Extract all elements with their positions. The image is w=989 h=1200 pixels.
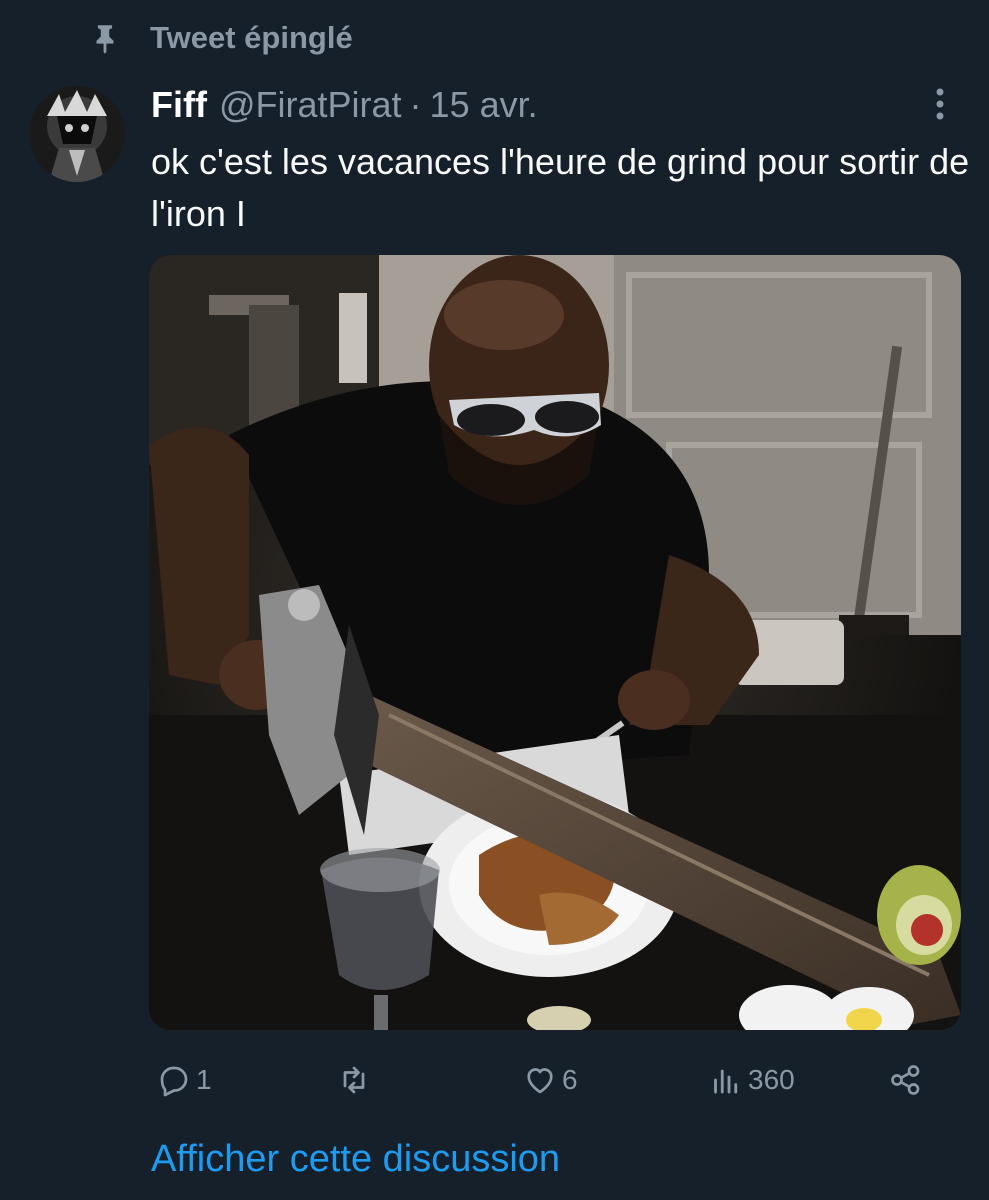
tweet-media[interactable] (149, 255, 961, 1030)
reply-icon (160, 1066, 188, 1097)
more-icon (936, 88, 944, 120)
reply-count: 1 (196, 1064, 212, 1095)
tweet-header: Fiff @FiratPirat · 15 avr. (151, 78, 538, 132)
avatar-image (29, 86, 125, 182)
views-icon (714, 1069, 738, 1094)
views-button[interactable]: 360 (708, 1052, 795, 1108)
user-handle[interactable]: @FiratPirat (219, 84, 402, 126)
like-button[interactable]: 6 (522, 1052, 578, 1108)
more-options-button[interactable] (918, 82, 962, 126)
retweet-icon (343, 1066, 365, 1094)
avatar[interactable] (29, 86, 125, 182)
like-count: 6 (562, 1064, 578, 1095)
pinned-indicator: Tweet épinglé (88, 14, 353, 62)
separator-dot: · (409, 84, 422, 125)
share-button[interactable] (888, 1052, 924, 1108)
pin-icon (96, 25, 114, 54)
tweet-action-bar: 1 6 360 (150, 1052, 940, 1108)
views-count: 360 (748, 1064, 795, 1095)
heart-icon (527, 1068, 553, 1094)
tweet-date[interactable]: 15 avr. (430, 84, 538, 126)
display-name[interactable]: Fiff (151, 84, 207, 126)
share-icon (891, 1065, 920, 1095)
show-thread-link[interactable]: Afficher cette discussion (151, 1138, 560, 1181)
pinned-label: Tweet épinglé (150, 20, 353, 55)
retweet-button[interactable] (336, 1052, 376, 1108)
tweet-photo (149, 255, 961, 1030)
reply-button[interactable]: 1 (156, 1052, 212, 1108)
tweet-text: ok c'est les vacances l'heure de grind p… (151, 141, 970, 234)
